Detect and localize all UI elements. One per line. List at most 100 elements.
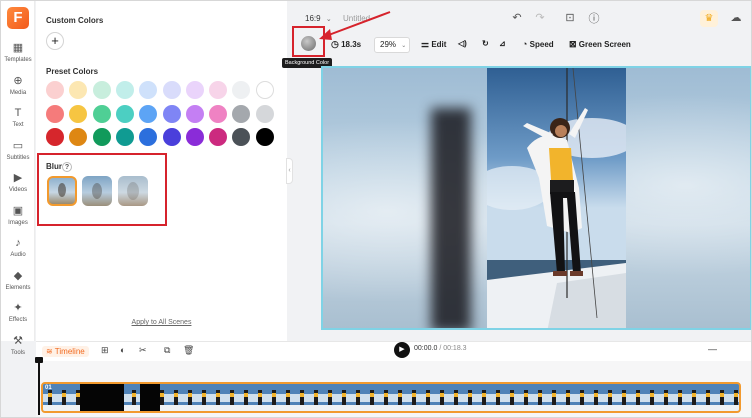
timeline-toggle[interactable]: ≋ Timeline [42, 346, 89, 357]
screen-capture-icon[interactable]: ⊡ [563, 11, 577, 24]
speed-label: Speed [529, 40, 554, 49]
media-icon: ⊕ [13, 74, 23, 87]
color-swatch[interactable] [69, 128, 88, 146]
crown-icon[interactable]: ♛ [700, 10, 718, 27]
volume-icon[interactable]: ◁) [458, 39, 467, 48]
green-screen-icon: ⊠ [569, 39, 577, 49]
audio-icon: ♪ [15, 237, 21, 249]
color-swatch[interactable] [162, 104, 181, 123]
color-swatch[interactable] [162, 128, 181, 146]
color-swatch[interactable] [162, 81, 181, 99]
rail-item-text[interactable]: T Text [1, 108, 35, 138]
green-screen-label: Green Screen [578, 40, 631, 49]
color-swatch[interactable] [69, 81, 88, 99]
clock-icon: ◷ [331, 39, 339, 49]
color-swatch[interactable] [139, 104, 158, 123]
play-button[interactable]: ▶ [394, 342, 410, 358]
sailing-woman-photo [487, 68, 626, 328]
video-clip[interactable]: 01 [41, 382, 741, 413]
clip-index-badge: 01 [45, 385, 52, 391]
apply-to-all-scenes-link[interactable]: Apply to All Scenes [36, 319, 287, 326]
rotate-icon[interactable]: ↻ [482, 39, 489, 48]
canvas-toolbar: ◷ 18.3s 29% ⌄ ⚌ Edit ◁) ↻ ⊿ ◔ Speed ⊠ Gr… [288, 35, 751, 56]
color-swatch[interactable] [92, 81, 111, 99]
video-canvas[interactable] [321, 66, 751, 330]
green-screen-button[interactable]: ⊠ Green Screen [569, 39, 631, 50]
split-icon[interactable]: ◐ [120, 345, 125, 355]
rail-item-images[interactable]: ▣ Images [1, 205, 35, 236]
app-logo[interactable]: F [7, 7, 29, 29]
blur-highlight-annotation [37, 153, 167, 226]
rail-item-videos[interactable]: ▶ Videos [1, 173, 35, 203]
trash-icon[interactable]: 🗑 [183, 345, 194, 356]
color-swatch[interactable] [92, 104, 111, 123]
color-swatch[interactable] [115, 81, 134, 99]
color-swatch[interactable] [139, 81, 158, 99]
edit-button[interactable]: ⚌ Edit [421, 39, 446, 50]
color-swatch[interactable] [209, 81, 228, 99]
help-icon[interactable]: ⓘ [587, 10, 601, 26]
color-swatch[interactable] [232, 128, 251, 146]
color-swatch[interactable] [255, 81, 274, 99]
color-swatch[interactable] [209, 128, 228, 146]
blurred-figure [431, 108, 471, 328]
duration-control[interactable]: ◷ 18.3s [331, 39, 361, 50]
color-swatch[interactable] [185, 81, 204, 99]
total-time: / 00:18.3 [439, 345, 467, 352]
color-swatch[interactable] [185, 104, 204, 123]
color-swatch[interactable] [255, 104, 274, 123]
effects-icon: ✦ [13, 302, 23, 314]
video-frame[interactable] [487, 68, 626, 328]
add-scene-icon[interactable]: ⊞ [101, 345, 109, 356]
rail-item-elements[interactable]: ◆ Elements [1, 269, 35, 301]
zoom-select[interactable]: 29% ⌄ [374, 37, 410, 53]
custom-colors-title: Custom Colors [46, 16, 104, 25]
color-swatch[interactable] [46, 81, 64, 99]
color-swatch[interactable] [209, 104, 228, 123]
add-custom-color-button[interactable]: + [46, 32, 64, 50]
rail-item-effects[interactable]: ✦ Effects [1, 303, 35, 333]
color-swatch[interactable] [185, 128, 204, 146]
text-icon: T [14, 107, 22, 119]
redo-icon[interactable]: ↷ [533, 11, 547, 24]
left-rail: F ▦ Templates ⊕ Media T Text ▭ Subtitles ▶ Videos… [1, 1, 35, 356]
color-swatch[interactable] [232, 104, 251, 123]
preset-colors-title: Preset Colors [46, 67, 99, 76]
rail-item-audio[interactable]: ♪ Audio [1, 238, 35, 268]
zoom-value: 29% [380, 40, 397, 49]
scissors-icon[interactable]: ✂ [139, 345, 147, 356]
color-swatch[interactable] [69, 104, 88, 123]
color-swatch[interactable] [232, 81, 251, 99]
rail-item-label: Subtitles [6, 154, 30, 161]
color-swatch[interactable] [255, 128, 274, 146]
elements-icon: ◆ [13, 269, 23, 282]
color-swatch[interactable] [46, 128, 64, 146]
speed-button[interactable]: ◔ Speed [522, 39, 554, 49]
speedometer-icon: ◔ [522, 39, 528, 49]
color-swatch[interactable] [115, 128, 134, 146]
color-swatch[interactable] [115, 104, 134, 123]
rail-item-tools[interactable]: ⚒ Tools [1, 334, 35, 366]
flip-icon[interactable]: ⊿ [499, 39, 506, 48]
tools-icon: ⚒ [13, 334, 23, 347]
current-time: 00:00.0 [414, 345, 438, 352]
rail-item-label: Effects [8, 317, 28, 323]
rail-item-media[interactable]: ⊕ Media [1, 74, 35, 106]
playhead[interactable] [38, 359, 40, 415]
sliders-icon: ⚌ [421, 39, 430, 49]
cloud-icon[interactable]: ☁ [729, 11, 743, 24]
collapse-panel-handle[interactable]: ‹ [286, 158, 293, 184]
undo-icon[interactable]: ↶ [510, 11, 524, 24]
rail-item-templates[interactable]: ▦ Templates [1, 43, 35, 73]
background-color-panel: Custom Colors + Preset Colors Blur ? App… [36, 1, 287, 341]
playhead-handle[interactable] [35, 357, 43, 363]
duplicate-icon[interactable]: ⧉ [164, 345, 170, 356]
time-display: 00:00.0 / 00:18.3 [414, 345, 467, 352]
zoom-out-icon[interactable]: — [708, 344, 717, 354]
color-swatch[interactable] [139, 128, 158, 146]
color-swatch[interactable] [92, 128, 111, 146]
color-swatch[interactable] [46, 104, 64, 123]
chevron-down-icon: ⌄ [401, 43, 407, 49]
rail-item-subtitles[interactable]: ▭ Subtitles [1, 140, 35, 171]
rail-item-label: Audio [10, 252, 26, 258]
